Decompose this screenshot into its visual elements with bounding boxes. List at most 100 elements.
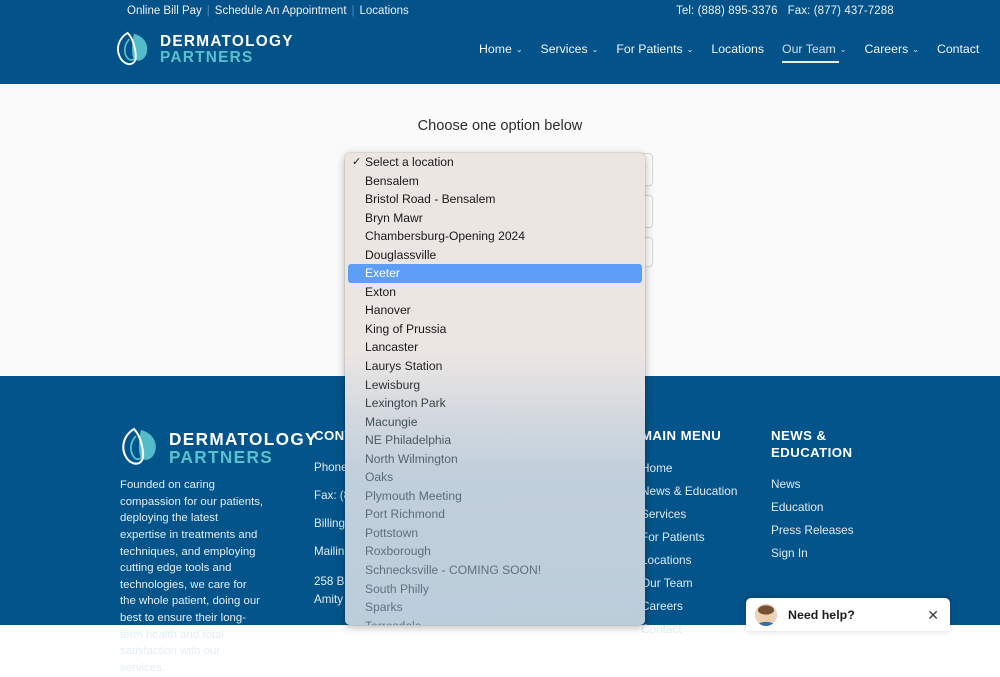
dropdown-option-label: Sparks [365,600,403,615]
dropdown-option[interactable]: Exeter [348,264,642,283]
dropdown-option-label: Hanover [365,303,411,318]
utility-separator-1: | [206,5,210,17]
footer-logo[interactable]: DERMATOLOGY PARTNERS [120,427,320,469]
footer-link-news-education[interactable]: News & Education [641,484,771,498]
nav-item-home[interactable]: Home ⌄ [470,42,532,60]
utility-link-online-bill-pay[interactable]: Online Bill Pay [127,5,202,17]
chevron-down-icon: ⌄ [839,45,847,54]
utility-separator-2: | [351,5,355,17]
dropdown-option[interactable]: Bensalem [345,172,645,191]
nav-item-careers[interactable]: Careers ⌄ [855,42,927,60]
footer-logo-text: DERMATOLOGY PARTNERS [169,428,318,467]
footer-link-our-team[interactable]: Our Team [641,576,771,590]
dropdown-option-label: NE Philadelphia [365,433,452,448]
nav-label-our-team: Our Team [782,42,836,56]
footer-link-education[interactable]: Education [771,500,911,514]
dropdown-option-label: Exton [365,284,396,299]
dropdown-option[interactable]: North Wilmington [345,450,645,469]
dropdown-option-label: Plymouth Meeting [365,488,462,503]
footer-link-sign-in[interactable]: Sign In [771,546,911,560]
nav-label-for-patients: For Patients [616,42,683,56]
dropdown-option[interactable]: Macungie [345,413,645,432]
dropdown-option[interactable]: Exton [345,283,645,302]
header-telephone: Tel: (888) 895-3376 [676,5,778,17]
dropdown-option[interactable]: Bristol Road - Bensalem [345,190,645,209]
nav-label-locations: Locations [711,42,765,56]
footer-main-menu-heading: MAIN MENU [641,428,722,443]
nav-item-contact[interactable]: Contact [928,42,988,60]
dropdown-option[interactable]: Sparks [345,598,645,617]
nav-item-for-patients[interactable]: For Patients ⌄ [607,42,702,60]
person-avatar [755,603,777,626]
dropdown-option[interactable]: Lancaster [345,338,645,357]
dropdown-option[interactable]: Laurys Station [345,357,645,376]
footer-link-home[interactable]: Home [641,461,771,475]
dropdown-option[interactable]: King of Prussia [345,320,645,339]
logo-line-1: DERMATOLOGY [160,32,294,50]
utility-bar: Online Bill Pay | Schedule An Appointment |… [0,0,1000,24]
header-logo[interactable]: DERMATOLOGY PARTNERS [115,31,294,69]
nav-label-home: Home [479,42,512,56]
header-logo-text: DERMATOLOGY PARTNERS [160,32,294,66]
footer-link-news[interactable]: News [771,477,911,491]
footer-link-for-patients[interactable]: For Patients [641,530,771,544]
footer-link-press-releases[interactable]: Press Releases [771,523,911,537]
nav-label-services: Services [540,42,588,56]
location-dropdown-list[interactable]: ✓ Select a location Bensalem Bristol Road -… [345,153,645,625]
dropdown-option[interactable]: Douglassville [345,246,645,265]
dropdown-option-label: Select a location [365,155,454,169]
dropdown-option-label: Lexington Park [365,396,446,411]
dropdown-option[interactable]: Roxborough [345,542,645,561]
dropdown-option-label: South Philly [365,581,429,596]
dropdown-option[interactable]: Torresdale [345,617,645,625]
chevron-down-icon: ⌄ [515,45,523,54]
dropdown-option[interactable]: Schnecksville - COMING SOON! [345,561,645,580]
footer-link-services[interactable]: Services [641,507,771,521]
close-icon[interactable]: ✕ [927,608,939,622]
page-title: Choose one option below [417,118,583,134]
check-icon: ✓ [352,156,362,168]
footer-link-locations[interactable]: Locations [641,553,771,567]
dropdown-option[interactable]: Port Richmond [345,505,645,524]
footer-logo-line-1: DERMATOLOGY [169,428,318,449]
dropdown-option-label: Laurys Station [365,359,443,374]
dropdown-option[interactable]: Bryn Mawr [345,209,645,228]
nav-item-locations[interactable]: Locations [702,42,773,60]
footer-logo-line-2: PARTNERS [169,447,274,467]
dropdown-option-label: Bensalem [365,173,419,188]
dropdown-option[interactable]: South Philly [345,580,645,599]
dropdown-option-label: Chambersburg-Opening 2024 [365,229,526,244]
chat-widget[interactable]: Need help? ✕ [746,598,950,631]
dropdown-option[interactable]: Lewisburg [345,376,645,395]
dropdown-option-label: Pottstown [365,525,419,540]
dropdown-option-label: Lancaster [365,340,419,355]
dropdown-option-label: Exeter [365,266,400,281]
dropdown-option-label: Macungie [365,414,418,429]
utility-link-schedule-appointment[interactable]: Schedule An Appointment [215,5,347,17]
footer-description: Founded on caring compassion for our pat… [120,479,264,675]
dropdown-option-label: Torresdale [365,619,421,625]
dropdown-option-label: Bristol Road - Bensalem [365,192,496,207]
nav-item-our-team[interactable]: Our Team ⌄ [773,42,855,63]
leaf-logo-icon [117,31,148,66]
dropdown-option[interactable]: Pottstown [345,524,645,543]
footer-news-heading: NEWS & EDUCATION [771,428,853,460]
dropdown-option[interactable]: NE Philadelphia [345,431,645,450]
dropdown-option[interactable]: Plymouth Meeting [345,487,645,506]
main-navigation: Home ⌄ Services ⌄ For Patients ⌄ Locations … [470,42,988,63]
dropdown-option[interactable]: Oaks [345,468,645,487]
dropdown-option-label: Roxborough [365,544,431,559]
dropdown-option-label: Oaks [365,470,394,485]
chat-label: Need help? [788,607,855,622]
dropdown-option[interactable]: Lexington Park [345,394,645,413]
dropdown-option[interactable]: Hanover [345,301,645,320]
dropdown-option-label: Schnecksville - COMING SOON! [365,563,542,578]
nav-item-services[interactable]: Services ⌄ [532,42,608,60]
dropdown-option-label: King of Prussia [365,321,447,336]
dropdown-option[interactable]: ✓ Select a location [345,153,645,172]
dropdown-option-label: Port Richmond [365,507,445,522]
dropdown-option[interactable]: Chambersburg-Opening 2024 [345,227,645,246]
utility-link-locations[interactable]: Locations [360,5,409,17]
nav-label-careers: Careers [864,42,909,56]
leaf-logo-icon [122,427,156,465]
